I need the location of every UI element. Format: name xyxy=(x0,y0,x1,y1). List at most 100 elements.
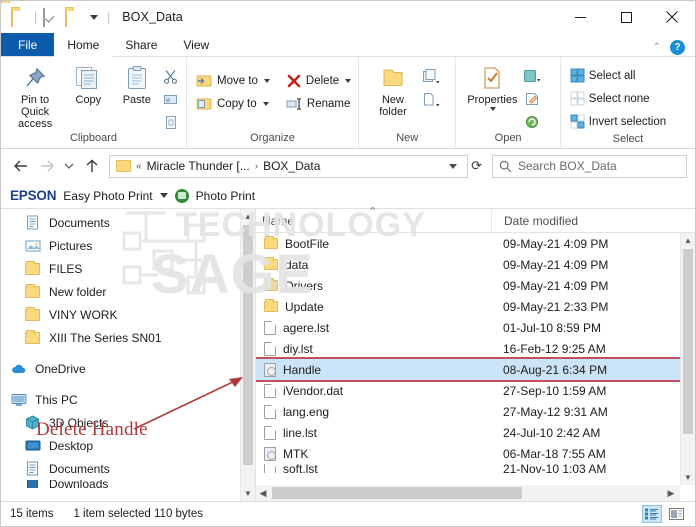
copy-to-button[interactable]: Copy to xyxy=(193,92,273,115)
table-row[interactable]: lang.eng 27-May-12 9:31 AM xyxy=(256,401,695,422)
cut-icon[interactable] xyxy=(160,66,180,86)
new-folder-icon[interactable] xyxy=(65,8,82,27)
scroll-down-arrow-icon[interactable]: ▼ xyxy=(241,486,255,501)
scroll-down-arrow-icon[interactable]: ▼ xyxy=(681,470,695,485)
table-row[interactable]: Drivers 09-May-21 4:09 PM xyxy=(256,275,695,296)
chevron-down-icon[interactable] xyxy=(490,107,497,111)
sidebar-item-new-folder[interactable]: New folder xyxy=(1,280,255,303)
file-list-vertical-scrollbar[interactable]: ▲ ▼ xyxy=(680,233,695,485)
invert-selection-button[interactable]: Invert selection xyxy=(567,110,669,133)
sidebar-item-documents[interactable]: Documents xyxy=(1,211,255,234)
search-box[interactable]: Search BOX_Data xyxy=(492,154,687,178)
file-list-horizontal-scrollbar[interactable]: ◀ ▶ xyxy=(256,485,680,501)
sidebar-item-viny-work[interactable]: VINY WORK xyxy=(1,303,255,326)
scroll-up-arrow-icon[interactable]: ▲ xyxy=(681,233,695,248)
move-to-button[interactable]: Move to xyxy=(193,69,273,92)
sidebar-item-3d-objects[interactable]: 3D Objects xyxy=(1,411,255,434)
sidebar-item-this-pc[interactable]: This PC xyxy=(1,388,255,411)
column-header-name[interactable]: Name ⌃ xyxy=(256,206,491,228)
table-row[interactable]: BootFile 09-May-21 4:09 PM xyxy=(256,233,695,254)
chevron-down-icon[interactable] xyxy=(159,193,168,198)
table-row[interactable]: line.lst 24-Jul-10 2:42 AM xyxy=(256,422,695,443)
scroll-up-arrow-icon[interactable]: ▲ xyxy=(241,209,255,224)
properties-button[interactable]: Properties xyxy=(462,62,522,111)
sidebar-item-documents-pc[interactable]: Documents xyxy=(1,457,255,480)
rename-button[interactable]: Rename xyxy=(283,92,354,115)
recent-locations-chevron-down-icon[interactable] xyxy=(61,155,77,178)
scroll-right-arrow-icon[interactable]: ▶ xyxy=(664,488,678,499)
easy-access-icon[interactable] xyxy=(421,89,441,109)
sidebar-item-desktop[interactable]: Desktop xyxy=(1,434,255,457)
tab-file[interactable]: File xyxy=(1,33,55,57)
new-item-icon[interactable] xyxy=(421,66,441,86)
refresh-icon[interactable]: ⟳ xyxy=(471,158,482,174)
chevron-down-icon[interactable] xyxy=(449,163,458,169)
horizontal-scroll-thumb[interactable] xyxy=(272,487,522,499)
title-bar: | | BOX_Data xyxy=(1,1,695,33)
chevron-up-icon[interactable]: ⌃ xyxy=(653,42,661,53)
table-row[interactable]: soft.lst 21-Nov-10 1:03 AM xyxy=(256,464,695,473)
table-row[interactable]: diy.lst 16-Feb-12 9:25 AM xyxy=(256,338,695,359)
column-header-name-label: Name xyxy=(262,213,295,228)
chevron-down-icon[interactable] xyxy=(345,78,352,83)
up-arrow-icon[interactable] xyxy=(80,155,103,178)
breadcrumb[interactable]: « Miracle Thunder [... › BOX_Data xyxy=(109,154,469,178)
column-header-date-modified[interactable]: Date modified xyxy=(491,208,695,233)
breadcrumb-item-current[interactable]: BOX_Data xyxy=(263,159,320,173)
select-col: Select all Select none Invert selection xyxy=(567,61,669,133)
table-row[interactable]: Update 09-May-21 2:33 PM xyxy=(256,296,695,317)
sidebar-item-downloads[interactable]: Downloads xyxy=(1,480,255,488)
copy-path-icon[interactable]: w xyxy=(160,89,180,109)
easy-photo-print-menu[interactable]: Easy Photo Print xyxy=(63,189,152,203)
select-all-button[interactable]: Select all xyxy=(567,64,669,87)
back-arrow-icon[interactable] xyxy=(9,155,32,178)
minimize-button[interactable] xyxy=(557,1,603,33)
search-input[interactable]: Search BOX_Data xyxy=(518,159,617,173)
photo-print-icon[interactable] xyxy=(174,188,189,203)
history-icon[interactable] xyxy=(522,112,542,132)
select-none-button[interactable]: Select none xyxy=(567,87,669,110)
help-icon[interactable]: ? xyxy=(670,40,685,55)
table-row[interactable]: iVendor.dat 27-Sep-10 1:59 AM xyxy=(256,380,695,401)
table-row[interactable]: agere.lst 01-Jul-10 8:59 PM xyxy=(256,317,695,338)
maximize-button[interactable] xyxy=(603,1,649,33)
properties-icon[interactable] xyxy=(43,8,60,27)
tab-share[interactable]: Share xyxy=(112,33,170,57)
table-row[interactable]: MTK 06-Mar-18 7:55 AM xyxy=(256,443,695,464)
copy-button[interactable]: Copy xyxy=(63,62,113,106)
new-folder-button[interactable]: New folder xyxy=(365,62,421,118)
sidebar-scroll-thumb[interactable] xyxy=(243,225,253,465)
file-scroll-thumb[interactable] xyxy=(683,249,693,434)
large-icons-view-button[interactable] xyxy=(666,505,686,523)
details-view-button[interactable] xyxy=(642,505,662,523)
sidebar-item-files[interactable]: FILES xyxy=(1,257,255,280)
table-row-selected[interactable]: Handle 08-Aug-21 6:34 PM xyxy=(256,357,695,382)
sidebar-item-pictures[interactable]: Pictures xyxy=(1,234,255,257)
open-icon[interactable] xyxy=(522,66,542,86)
breadcrumb-item-parent[interactable]: Miracle Thunder [... xyxy=(147,159,250,173)
folder-icon xyxy=(25,283,42,300)
paste-shortcut-icon[interactable] xyxy=(160,112,180,132)
folder-icon[interactable] xyxy=(11,8,28,27)
photo-print-button[interactable]: Photo Print xyxy=(196,189,255,203)
pin-to-quick-access-button[interactable]: Pin to Quick access xyxy=(7,62,63,130)
file-name-cell: Drivers xyxy=(256,278,491,293)
sidebar-item-xiii-the-series[interactable]: XIII The Series SN01 xyxy=(1,326,255,349)
sidebar-item-onedrive[interactable]: OneDrive xyxy=(1,357,255,380)
forward-arrow-icon[interactable] xyxy=(35,155,58,178)
tab-view[interactable]: View xyxy=(170,33,222,57)
chevron-down-icon[interactable] xyxy=(262,101,269,106)
delete-button[interactable]: Delete xyxy=(283,69,354,92)
sidebar-scrollbar[interactable]: ▲ ▼ xyxy=(240,209,255,501)
tab-home[interactable]: Home xyxy=(54,33,113,57)
table-row[interactable]: data 09-May-21 4:09 PM xyxy=(256,254,695,275)
chevron-down-icon[interactable] xyxy=(90,14,99,20)
clipboard-mini-icons: w xyxy=(160,62,180,132)
paste-button[interactable]: Paste xyxy=(114,62,160,106)
chevron-down-icon[interactable] xyxy=(263,78,270,83)
file-icon xyxy=(264,464,276,473)
scroll-left-arrow-icon[interactable]: ◀ xyxy=(256,488,270,499)
close-button[interactable] xyxy=(649,1,695,33)
edit-icon[interactable] xyxy=(522,89,542,109)
breadcrumb-overflow[interactable]: « xyxy=(136,161,142,172)
